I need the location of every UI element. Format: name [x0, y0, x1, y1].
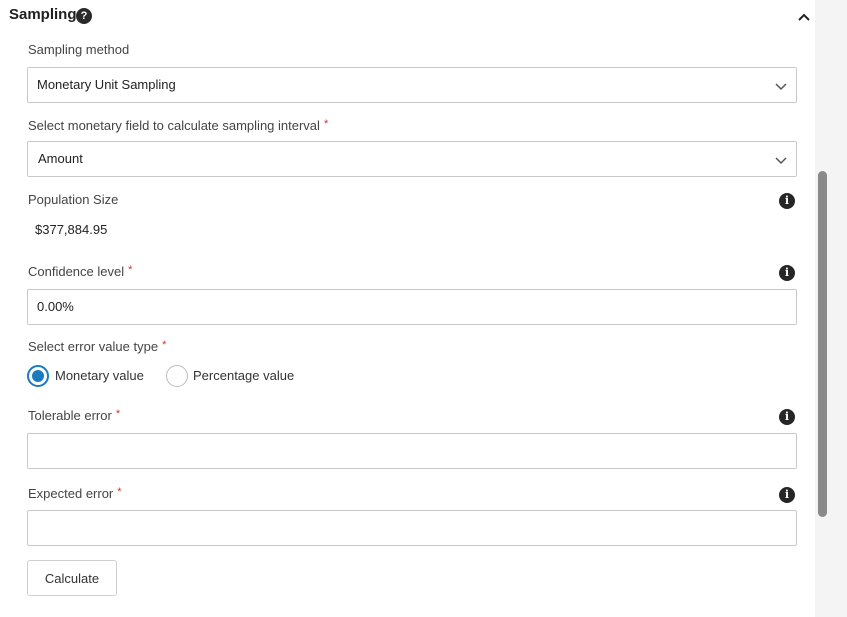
chevron-down-icon	[774, 79, 788, 91]
population-size-label: Population Size	[28, 192, 119, 207]
sampling-section-header[interactable]: Sampling ?	[0, 0, 815, 34]
section-title: Sampling	[9, 6, 77, 23]
info-icon[interactable]: i	[779, 193, 795, 209]
chevron-down-icon	[774, 153, 788, 165]
sampling-method-label: Sampling method	[28, 42, 130, 57]
monetary-field-select[interactable]: Amount	[27, 141, 797, 177]
required-marker: *	[128, 264, 133, 276]
required-marker: *	[117, 486, 122, 498]
sampling-method-value: Monetary Unit Sampling	[37, 77, 176, 92]
tolerable-error-input[interactable]	[27, 433, 797, 469]
required-marker: *	[162, 339, 167, 351]
population-size-value: $377,884.95	[35, 222, 108, 237]
error-value-type-label-text: Select error value type	[28, 339, 159, 354]
confidence-level-label-text: Confidence level	[28, 264, 125, 279]
confidence-level-input[interactable]: 0.00%	[27, 289, 797, 325]
sampling-panel: Sampling ? Sampling method Monetary Unit…	[0, 0, 815, 617]
tolerable-error-label: Tolerable error *	[28, 408, 120, 423]
monetary-field-label-text: Select monetary field to calculate sampl…	[28, 118, 320, 133]
expected-error-input[interactable]	[27, 510, 797, 546]
scrollbar-thumb[interactable]	[818, 171, 827, 517]
tolerable-error-label-text: Tolerable error	[28, 408, 112, 423]
radio-monetary-value-label[interactable]: Monetary value	[55, 368, 144, 383]
monetary-field-value: Amount	[38, 151, 83, 166]
help-icon[interactable]: ?	[76, 8, 92, 24]
monetary-field-label: Select monetary field to calculate sampl…	[28, 118, 328, 133]
confidence-level-value: 0.00%	[37, 299, 74, 314]
sampling-method-select[interactable]: Monetary Unit Sampling	[27, 67, 797, 103]
expected-error-label-text: Expected error	[28, 486, 114, 501]
info-icon[interactable]: i	[779, 265, 795, 281]
info-icon[interactable]: i	[779, 487, 795, 503]
info-icon[interactable]: i	[779, 409, 795, 425]
confidence-level-label: Confidence level *	[28, 264, 132, 279]
required-marker: *	[323, 118, 329, 130]
expected-error-label: Expected error *	[28, 486, 122, 501]
error-value-type-label: Select error value type *	[28, 339, 166, 354]
radio-percentage-value[interactable]	[166, 365, 188, 387]
required-marker: *	[115, 408, 121, 420]
radio-percentage-value-label[interactable]: Percentage value	[193, 368, 294, 383]
chevron-up-icon[interactable]	[794, 8, 814, 26]
calculate-button[interactable]: Calculate	[27, 560, 117, 596]
radio-monetary-value[interactable]	[27, 365, 49, 387]
